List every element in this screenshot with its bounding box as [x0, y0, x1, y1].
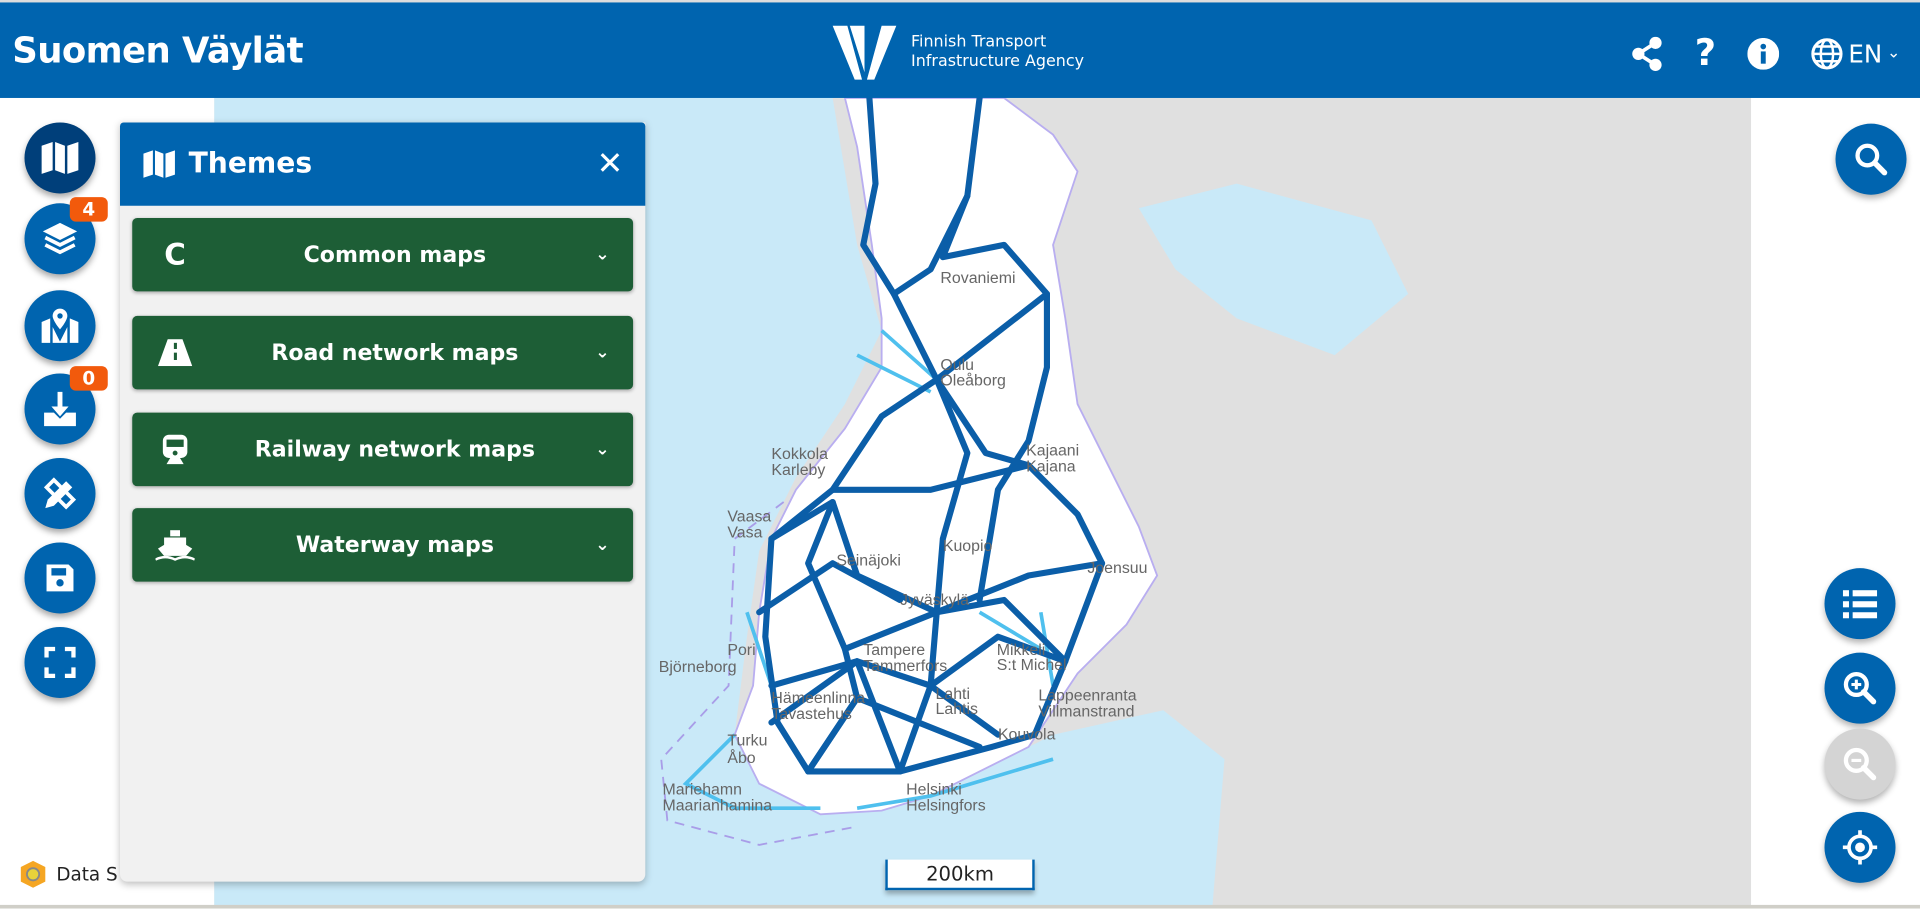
common-maps-icon: C — [164, 237, 186, 272]
zoom-in-button[interactable] — [1824, 652, 1896, 724]
locate-icon — [1842, 830, 1878, 865]
save-button[interactable] — [24, 542, 96, 614]
map-marker-icon — [41, 308, 79, 343]
data-source-label: Data S — [56, 863, 118, 886]
data-source-logo-icon — [20, 860, 46, 888]
list-icon — [1842, 590, 1878, 619]
panel-title: Themes — [188, 148, 313, 181]
themes-panel: Themes ✕ C Common maps ⌄ Road network ma… — [120, 122, 646, 882]
svg-text:Kuopio: Kuopio — [943, 538, 993, 555]
layers-icon — [42, 222, 78, 255]
chevron-down-icon: ⌄ — [1887, 44, 1901, 63]
pencil-ruler-icon — [43, 477, 77, 510]
theme-waterway-maps[interactable]: Waterway maps ⌄ — [132, 508, 634, 582]
legend-list-button[interactable] — [1824, 568, 1896, 640]
data-source-attribution[interactable]: Data S — [20, 860, 118, 889]
vayla-logo-icon — [832, 25, 897, 80]
language-selector[interactable]: EN ⌄ — [1811, 37, 1901, 69]
zoom-in-icon — [1843, 671, 1877, 705]
search-button[interactable] — [1835, 123, 1907, 195]
svg-text:Rovaniemi: Rovaniemi — [940, 270, 1015, 287]
svg-text:KokkolaKarleby: Kokkola Karleby — [771, 446, 828, 479]
expand-icon — [44, 646, 76, 679]
app-header: Suomen Väylät Finnish Transport Infrastru… — [0, 2, 1920, 98]
info-icon[interactable] — [1747, 37, 1780, 70]
help-icon[interactable]: ? — [1695, 32, 1716, 75]
theme-label: Road network maps — [271, 339, 519, 366]
agency-name-line2: Infrastructure Agency — [911, 52, 1085, 72]
svg-text:Joensuu: Joensuu — [1087, 560, 1147, 577]
app-title: Suomen Väylät — [12, 29, 303, 72]
search-icon — [1855, 143, 1888, 176]
train-icon — [162, 434, 188, 465]
scale-bar: 200km — [885, 859, 1035, 891]
share-icon[interactable] — [1631, 36, 1663, 71]
agency-name-line1: Finnish Transport — [911, 33, 1047, 52]
bottom-strip — [0, 904, 1920, 909]
svg-text:Seinäjoki: Seinäjoki — [836, 553, 901, 570]
svg-text:Kouvola: Kouvola — [998, 727, 1056, 744]
zoom-out-button[interactable] — [1824, 728, 1896, 800]
theme-label: Common maps — [303, 241, 487, 268]
svg-text:KajaaniKajana: Kajaani Kajana — [1026, 443, 1079, 476]
draw-measure-button[interactable] — [24, 457, 96, 529]
theme-road-network-maps[interactable]: Road network maps ⌄ — [132, 315, 634, 390]
map-markers-button[interactable] — [24, 290, 96, 362]
download-count-badge: 0 — [69, 366, 108, 391]
locate-button[interactable] — [1824, 811, 1896, 883]
download-icon — [44, 391, 76, 427]
themes-panel-header: Themes ✕ — [120, 122, 646, 206]
svg-text:LappeenrantaVillmanstrand: Lappeenranta Villmanstrand — [1038, 687, 1136, 720]
layers-count-badge: 4 — [69, 197, 108, 222]
chevron-down-icon: ⌄ — [595, 244, 610, 265]
agency-logo: Finnish Transport Infrastructure Agency — [830, 23, 1084, 82]
fullscreen-button[interactable] — [24, 626, 96, 698]
chevron-down-icon: ⌄ — [595, 342, 610, 363]
zoom-out-icon — [1843, 747, 1877, 781]
theme-label: Waterway maps — [295, 532, 494, 558]
language-label: EN — [1848, 38, 1883, 68]
svg-text:Jyväskylä: Jyväskylä — [900, 592, 969, 609]
close-icon[interactable]: ✕ — [597, 146, 624, 183]
theme-common-maps[interactable]: C Common maps ⌄ — [132, 217, 634, 292]
theme-railway-network-maps[interactable]: Railway network maps ⌄ — [132, 412, 634, 487]
svg-text:HämeenlinnaTavastehus: Hämeenlinna Tavastehus — [771, 690, 865, 723]
theme-label: Railway network maps — [254, 436, 535, 463]
ship-icon — [155, 530, 195, 561]
map-icon — [143, 150, 175, 178]
map-icon — [41, 142, 79, 174]
save-icon — [46, 564, 74, 592]
chevron-down-icon: ⌄ — [595, 439, 610, 460]
themes-button[interactable] — [24, 122, 96, 194]
chevron-down-icon: ⌄ — [595, 535, 610, 555]
road-icon — [157, 339, 193, 367]
globe-icon — [1811, 37, 1844, 69]
